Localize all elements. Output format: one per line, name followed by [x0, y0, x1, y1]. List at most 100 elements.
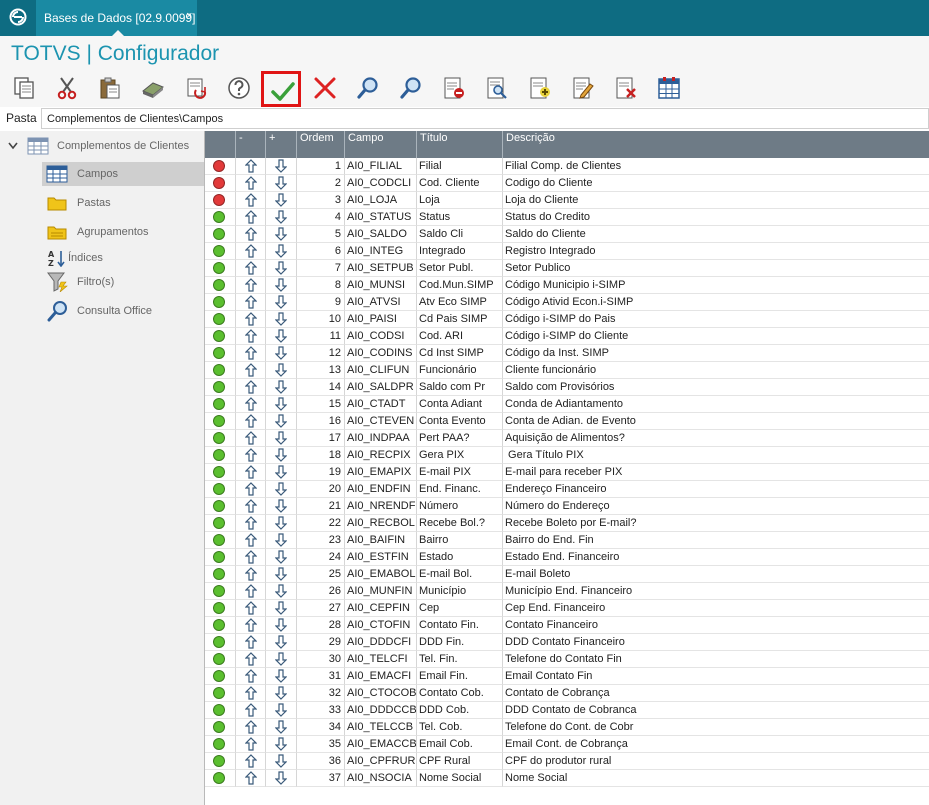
arrow-up-icon[interactable] [245, 397, 257, 411]
table-row[interactable]: 30 AI0_TELCFI Tel. Fin. Telefone do Contato… [205, 651, 929, 668]
arrow-down-icon[interactable] [275, 210, 287, 224]
arrow-up-icon[interactable] [245, 431, 257, 445]
move-up-cell[interactable] [236, 192, 266, 209]
arrow-down-icon[interactable] [275, 550, 287, 564]
move-down-cell[interactable] [266, 634, 297, 651]
table-row[interactable]: 15 AI0_CTADT Conta Adiant Conda de Adiantam… [205, 396, 929, 413]
move-down-cell[interactable] [266, 209, 297, 226]
move-down-cell[interactable] [266, 702, 297, 719]
move-down-cell[interactable] [266, 226, 297, 243]
move-up-cell[interactable] [236, 685, 266, 702]
move-up-cell[interactable] [236, 209, 266, 226]
tab-close-icon[interactable]: × [186, 10, 192, 22]
arrow-down-icon[interactable] [275, 601, 287, 615]
move-down-cell[interactable] [266, 481, 297, 498]
col-header-ordem[interactable]: Ordem [297, 131, 345, 158]
tree-item-pastas[interactable]: Pastas [42, 191, 204, 215]
move-up-cell[interactable] [236, 617, 266, 634]
move-up-cell[interactable] [236, 158, 266, 175]
move-up-cell[interactable] [236, 481, 266, 498]
arrow-up-icon[interactable] [245, 669, 257, 683]
arrow-down-icon[interactable] [275, 261, 287, 275]
arrow-down-icon[interactable] [275, 720, 287, 734]
table-row[interactable]: 23 AI0_BAIFIN Bairro Bairro do End. Fin [205, 532, 929, 549]
arrow-down-icon[interactable] [275, 737, 287, 751]
table-row[interactable]: 24 AI0_ESTFIN Estado Estado End. Financeiro [205, 549, 929, 566]
move-down-cell[interactable] [266, 498, 297, 515]
arrow-down-icon[interactable] [275, 380, 287, 394]
move-up-cell[interactable] [236, 498, 266, 515]
table-row[interactable]: 7 AI0_SETPUB Setor Publ. Setor Publico [205, 260, 929, 277]
table-row[interactable]: 12 AI0_CODINS Cd Inst SIMP Código da Inst. … [205, 345, 929, 362]
move-up-cell[interactable] [236, 226, 266, 243]
copy-button[interactable] [9, 73, 39, 103]
cancel-button[interactable] [310, 73, 340, 103]
arrow-up-icon[interactable] [245, 346, 257, 360]
move-down-cell[interactable] [266, 311, 297, 328]
arrow-up-icon[interactable] [245, 482, 257, 496]
table-row[interactable]: 25 AI0_EMABOL E-mail Bol. E-mail Boleto [205, 566, 929, 583]
move-up-cell[interactable] [236, 328, 266, 345]
arrow-down-icon[interactable] [275, 686, 287, 700]
table-row[interactable]: 31 AI0_EMACFI Email Fin. Email Contato Fin [205, 668, 929, 685]
move-up-cell[interactable] [236, 736, 266, 753]
edit-button[interactable] [568, 73, 598, 103]
arrow-up-icon[interactable] [245, 380, 257, 394]
arrow-up-icon[interactable] [245, 244, 257, 258]
move-down-cell[interactable] [266, 685, 297, 702]
move-up-cell[interactable] [236, 430, 266, 447]
move-up-cell[interactable] [236, 532, 266, 549]
arrow-up-icon[interactable] [245, 261, 257, 275]
table-row[interactable]: 28 AI0_CTOFIN Contato Fin. Contato Financei… [205, 617, 929, 634]
move-down-cell[interactable] [266, 617, 297, 634]
arrow-down-icon[interactable] [275, 176, 287, 190]
table-button[interactable] [654, 73, 684, 103]
table-row[interactable]: 9 AI0_ATVSI Atv Eco SIMP Código Ativid Econ… [205, 294, 929, 311]
tree-root-complementos[interactable]: Complementos de Clientes [0, 134, 204, 158]
arrow-down-icon[interactable] [275, 312, 287, 326]
col-header-move-down[interactable]: + [266, 131, 297, 158]
arrow-down-icon[interactable] [275, 346, 287, 360]
arrow-up-icon[interactable] [245, 720, 257, 734]
tree-item-consulta-office[interactable]: Consulta Office [42, 299, 204, 323]
arrow-up-icon[interactable] [245, 176, 257, 190]
move-down-cell[interactable] [266, 413, 297, 430]
move-up-cell[interactable] [236, 175, 266, 192]
table-row[interactable]: 27 AI0_CEPFIN Cep Cep End. Financeiro [205, 600, 929, 617]
table-row[interactable]: 29 AI0_DDDCFI DDD Fin. DDD Contato Financei… [205, 634, 929, 651]
remove-document-button[interactable] [439, 73, 469, 103]
arrow-up-icon[interactable] [245, 618, 257, 632]
arrow-up-icon[interactable] [245, 737, 257, 751]
preview-button[interactable] [482, 73, 512, 103]
tree-item-filtros[interactable]: Filtro(s) [42, 270, 204, 294]
move-up-cell[interactable] [236, 549, 266, 566]
move-up-cell[interactable] [236, 719, 266, 736]
move-down-cell[interactable] [266, 175, 297, 192]
tab-bases-de-dados[interactable]: Bases de Dados [02.9.0099] × [36, 0, 197, 36]
arrow-up-icon[interactable] [245, 499, 257, 513]
col-header-campo[interactable]: Campo [345, 131, 417, 158]
move-up-cell[interactable] [236, 396, 266, 413]
arrow-down-icon[interactable] [275, 533, 287, 547]
arrow-down-icon[interactable] [275, 397, 287, 411]
arrow-up-icon[interactable] [245, 414, 257, 428]
move-down-cell[interactable] [266, 396, 297, 413]
arrow-down-icon[interactable] [275, 516, 287, 530]
move-down-cell[interactable] [266, 736, 297, 753]
move-down-cell[interactable] [266, 532, 297, 549]
cut-button[interactable] [52, 73, 82, 103]
table-row[interactable]: 16 AI0_CTEVEN Conta Evento Conta de Adian. … [205, 413, 929, 430]
move-up-cell[interactable] [236, 634, 266, 651]
move-down-cell[interactable] [266, 719, 297, 736]
arrow-up-icon[interactable] [245, 159, 257, 173]
move-down-cell[interactable] [266, 447, 297, 464]
arrow-up-icon[interactable] [245, 363, 257, 377]
arrow-up-icon[interactable] [245, 703, 257, 717]
arrow-up-icon[interactable] [245, 329, 257, 343]
arrow-up-icon[interactable] [245, 465, 257, 479]
table-row[interactable]: 35 AI0_EMACCB Email Cob. Email Cont. de Cob… [205, 736, 929, 753]
chevron-down-icon[interactable] [8, 142, 18, 150]
move-down-cell[interactable] [266, 753, 297, 770]
move-up-cell[interactable] [236, 260, 266, 277]
move-down-cell[interactable] [266, 651, 297, 668]
